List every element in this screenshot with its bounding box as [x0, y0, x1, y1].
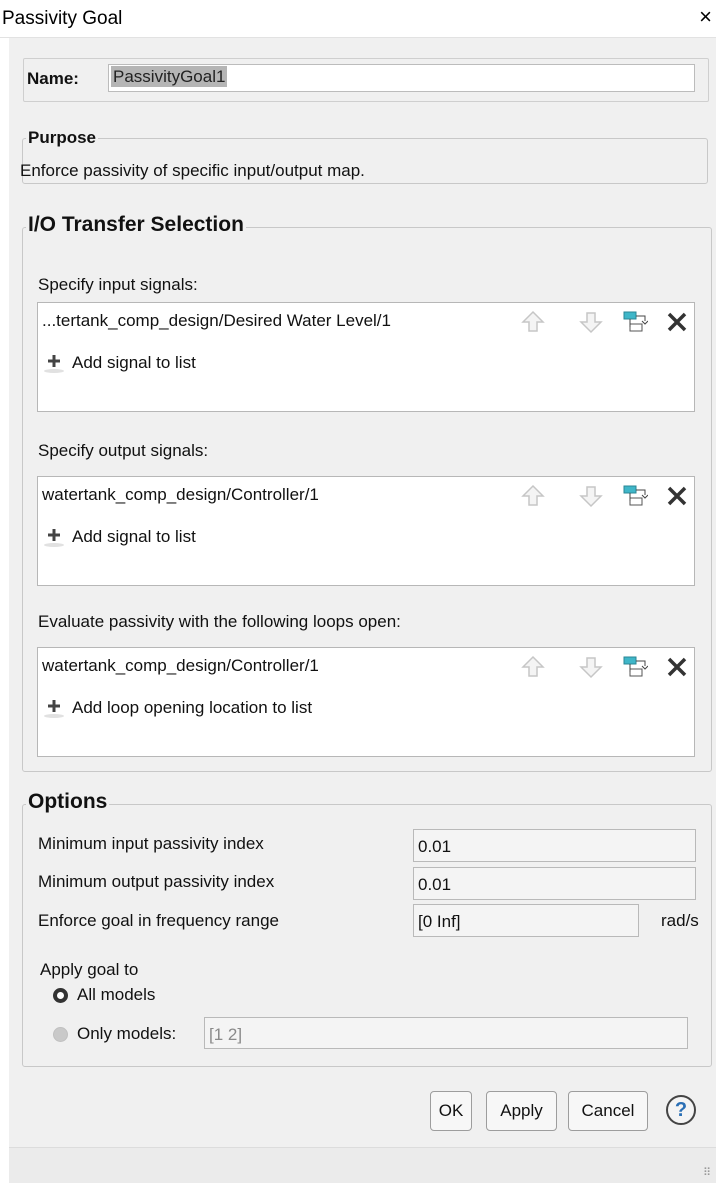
move-down-icon[interactable]	[578, 309, 604, 335]
min-output-index-label: Minimum output passivity index	[38, 872, 275, 891]
name-label: Name:	[27, 69, 79, 88]
min-output-index-field[interactable]: 0.01	[413, 867, 696, 900]
add-loop-opening-link[interactable]: Add loop opening location to list	[44, 697, 312, 719]
apply-button[interactable]: Apply	[486, 1091, 557, 1131]
loops-open-label: Evaluate passivity with the following lo…	[38, 612, 401, 631]
move-up-icon[interactable]	[520, 483, 546, 509]
delete-icon[interactable]	[664, 309, 690, 335]
add-icon	[44, 352, 72, 374]
output-signal-entry[interactable]: watertank_comp_design/Controller/1	[42, 485, 319, 505]
apply-goal-label: Apply goal to	[40, 960, 139, 979]
frequency-range-label: Enforce goal in frequency range	[38, 911, 279, 930]
ok-button[interactable]: OK	[430, 1091, 472, 1131]
all-models-option[interactable]: All models	[53, 985, 155, 1005]
output-signals-label: Specify output signals:	[38, 441, 209, 460]
add-loop-opening-label: Add loop opening location to list	[72, 698, 313, 717]
cancel-button[interactable]: Cancel	[568, 1091, 648, 1131]
title-bar: Passivity Goal ×	[0, 0, 716, 38]
frequency-range-field[interactable]: [0 Inf]	[413, 904, 639, 937]
window-title: Passivity Goal	[2, 8, 123, 29]
io-transfer-legend: I/O Transfer Selection	[26, 213, 246, 237]
status-bar: ⠿	[9, 1147, 716, 1183]
help-icon[interactable]: ?	[666, 1095, 696, 1125]
output-signals-list[interactable]: watertank_comp_design/Controller/1 Add s…	[37, 476, 695, 586]
only-models-value: [1 2]	[209, 1025, 243, 1044]
dialog-body: Name: PassivityGoal1 Purpose Enforce pas…	[9, 38, 716, 1183]
move-up-icon[interactable]	[520, 654, 546, 680]
min-input-index-label: Minimum input passivity index	[38, 834, 264, 853]
delete-icon[interactable]	[664, 483, 690, 509]
select-signal-icon[interactable]	[622, 483, 649, 509]
min-output-index-value: 0.01	[418, 875, 452, 894]
input-signals-list[interactable]: ...tertank_comp_design/Desired Water Lev…	[37, 302, 695, 412]
all-models-label: All models	[77, 985, 156, 1004]
resize-grip-icon[interactable]: ⠿	[703, 1166, 712, 1179]
delete-icon[interactable]	[664, 654, 690, 680]
input-signal-entry[interactable]: ...tertank_comp_design/Desired Water Lev…	[42, 311, 391, 331]
frequency-unit-label: rad/s	[661, 911, 699, 930]
only-models-radio[interactable]	[53, 1026, 68, 1042]
only-models-option[interactable]: Only models:	[53, 1024, 176, 1044]
select-signal-icon[interactable]	[622, 309, 649, 335]
add-output-signal-link[interactable]: Add signal to list	[44, 526, 196, 548]
options-legend: Options	[26, 790, 110, 814]
add-output-signal-label: Add signal to list	[72, 527, 196, 546]
add-input-signal-label: Add signal to list	[72, 353, 196, 372]
loop-opening-entry[interactable]: watertank_comp_design/Controller/1	[42, 656, 319, 676]
add-icon	[44, 697, 72, 719]
add-input-signal-link[interactable]: Add signal to list	[44, 352, 196, 374]
all-models-radio[interactable]	[53, 987, 68, 1003]
close-icon[interactable]: ×	[699, 4, 712, 30]
only-models-label: Only models:	[77, 1024, 177, 1043]
purpose-legend: Purpose	[26, 128, 99, 148]
min-input-index-field[interactable]: 0.01	[413, 829, 696, 862]
add-icon	[44, 526, 72, 548]
purpose-text: Enforce passivity of specific input/outp…	[20, 161, 365, 180]
move-up-icon[interactable]	[520, 309, 546, 335]
name-field[interactable]: PassivityGoal1	[108, 64, 695, 92]
input-signals-label: Specify input signals:	[38, 275, 198, 294]
move-down-icon[interactable]	[578, 483, 604, 509]
only-models-field[interactable]: [1 2]	[204, 1017, 688, 1049]
select-signal-icon[interactable]	[622, 654, 649, 680]
name-value: PassivityGoal1	[111, 66, 228, 87]
frequency-range-value: [0 Inf]	[418, 912, 461, 931]
move-down-icon[interactable]	[578, 654, 604, 680]
loop-openings-list[interactable]: watertank_comp_design/Controller/1 Add l…	[37, 647, 695, 757]
min-input-index-value: 0.01	[418, 837, 452, 856]
